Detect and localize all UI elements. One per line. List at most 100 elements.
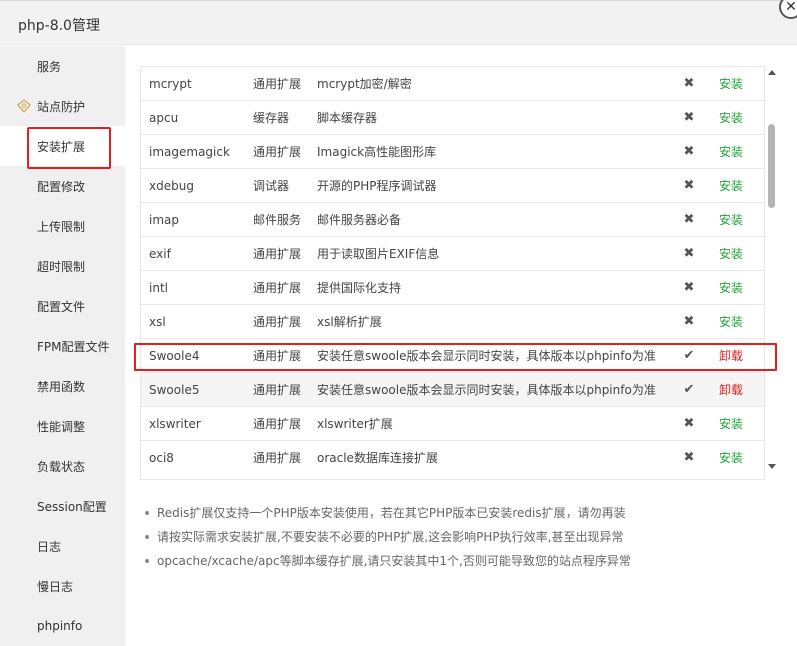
x-icon: ✖ (683, 110, 695, 125)
x-icon: ✖ (683, 450, 695, 465)
install-button[interactable]: 安装 (719, 67, 759, 101)
check-icon: ✔ (683, 382, 695, 397)
table-row: oci8 通用扩展 oracle数据库连接扩展 ✖ 安装 (141, 440, 764, 475)
sidebar-item-timeout-limit[interactable]: 超时限制 (0, 246, 125, 286)
sidebar-item-slow-log[interactable]: 慢日志 (0, 566, 125, 606)
sidebar-item-label: 服务 (37, 59, 62, 74)
ext-desc: xsl解析扩展 (317, 315, 382, 329)
sidebar-item-label: 配置修改 (37, 179, 86, 194)
scrollbar[interactable] (765, 66, 779, 480)
sidebar-item-log[interactable]: 日志 (0, 526, 125, 566)
ext-name: exif (149, 247, 171, 261)
ext-type: 通用扩展 (253, 417, 302, 431)
scroll-up-icon[interactable] (768, 70, 776, 75)
install-button[interactable]: 安装 (719, 203, 759, 237)
main-content: mcrypt 通用扩展 mcrypt加密/解密 ✖ 安装 apcu 缓存器 脚本… (125, 46, 797, 646)
ext-name: intl (149, 281, 168, 295)
scroll-down-icon[interactable] (768, 464, 776, 469)
sidebar-item-config-file[interactable]: 配置文件 (0, 286, 125, 326)
ext-type: 通用扩展 (253, 247, 302, 261)
sidebar-item-site-protection[interactable]: 站点防护 (0, 86, 125, 126)
extensions-table[interactable]: mcrypt 通用扩展 mcrypt加密/解密 ✖ 安装 apcu 缓存器 脚本… (140, 66, 765, 480)
x-icon: ✖ (683, 280, 695, 295)
sidebar-item-install-extensions[interactable]: 安装扩展 (0, 126, 125, 169)
x-icon: ✖ (683, 144, 695, 159)
ext-type: 通用扩展 (253, 451, 302, 465)
table-row: Swoole4 通用扩展 安装任意swoole版本会显示同时安装，具体版本以ph… (141, 338, 764, 373)
uninstall-button[interactable]: 卸载 (719, 339, 759, 373)
install-button[interactable]: 安装 (719, 101, 759, 135)
sidebar-item-session-config[interactable]: Session配置 (0, 486, 125, 526)
table-row: xsl 通用扩展 xsl解析扩展 ✖ 安装 (141, 304, 764, 339)
x-icon: ✖ (683, 416, 695, 431)
ext-desc: 脚本缓存器 (317, 111, 378, 125)
sidebar-item-label: 站点防护 (37, 99, 86, 114)
sidebar-item-label: phpinfo (37, 619, 83, 633)
sidebar-item-label: 慢日志 (37, 579, 74, 594)
sidebar-item-config-edit[interactable]: 配置修改 (0, 166, 125, 206)
x-icon: ✖ (683, 178, 695, 193)
scroll-thumb[interactable] (768, 124, 775, 208)
sidebar-item-label: 上传限制 (37, 219, 86, 234)
ext-name: Swoole5 (149, 383, 200, 397)
ext-name: imagemagick (149, 145, 230, 159)
install-button[interactable]: 安装 (719, 305, 759, 339)
diamond-icon (17, 99, 31, 113)
install-button[interactable]: 安装 (719, 407, 759, 441)
ext-type: 邮件服务 (253, 213, 302, 227)
note-item: opcache/xcache/apc等脚本缓存扩展,请只安装其中1个,否则可能导… (143, 549, 763, 573)
x-icon: ✖ (683, 246, 695, 261)
uninstall-button[interactable]: 卸载 (719, 373, 759, 407)
install-button[interactable]: 安装 (719, 271, 759, 305)
table-row: apcu 缓存器 脚本缓存器 ✖ 安装 (141, 100, 764, 135)
window-title: php-8.0管理 (18, 18, 100, 34)
sidebar-item-label: 配置文件 (37, 299, 86, 314)
ext-name: xsl (149, 315, 166, 329)
sidebar-item-performance[interactable]: 性能调整 (0, 406, 125, 446)
ext-type: 通用扩展 (253, 315, 302, 329)
x-icon: ✖ (683, 314, 695, 329)
table-row: intl 通用扩展 提供国际化支持 ✖ 安装 (141, 270, 764, 305)
ext-name: imap (149, 213, 179, 227)
table-row: xdebug 调试器 开源的PHP程序调试器 ✖ 安装 (141, 168, 764, 203)
check-icon: ✔ (683, 348, 695, 363)
ext-type: 通用扩展 (253, 349, 302, 363)
sidebar-item-upload-limit[interactable]: 上传限制 (0, 206, 125, 246)
sidebar-item-load-status[interactable]: 负载状态 (0, 446, 125, 486)
sidebar-item-phpinfo[interactable]: phpinfo (0, 606, 125, 646)
table-row: imap 邮件服务 邮件服务器必备 ✖ 安装 (141, 202, 764, 237)
table-row: xlswriter 通用扩展 xlswriter扩展 ✖ 安装 (141, 406, 764, 441)
sidebar-item-label: 性能调整 (37, 419, 86, 434)
sidebar-item-label: 超时限制 (37, 259, 86, 274)
install-button[interactable]: 安装 (719, 169, 759, 203)
table-row: imagemagick 通用扩展 Imagick高性能图形库 ✖ 安装 (141, 134, 764, 169)
sidebar-item-disabled-functions[interactable]: 禁用函数 (0, 366, 125, 406)
install-button[interactable]: 安装 (719, 441, 759, 475)
install-button[interactable]: 安装 (719, 135, 759, 169)
sidebar-item-fpm-config[interactable]: FPM配置文件 (0, 326, 125, 366)
ext-desc: 安装任意swoole版本会显示同时安装，具体版本以phpinfo为准 (317, 349, 656, 363)
title-bar: php-8.0管理 (0, 1, 797, 45)
ext-type: 通用扩展 (253, 281, 302, 295)
ext-desc: 邮件服务器必备 (317, 213, 402, 227)
ext-name: xdebug (149, 179, 194, 193)
ext-name: apcu (149, 111, 179, 125)
table-row: exif 通用扩展 用于读取图片EXIF信息 ✖ 安装 (141, 236, 764, 271)
sidebar-item-label: Session配置 (37, 499, 107, 514)
ext-type: 缓存器 (253, 111, 290, 125)
x-icon: ✖ (683, 212, 695, 227)
ext-desc: xlswriter扩展 (317, 417, 393, 431)
ext-name: Swoole4 (149, 349, 200, 363)
note-item: 请按实际需求安装扩展,不要安装不必要的PHP扩展,这会影响PHP执行效率,甚至出… (143, 525, 763, 549)
x-icon: ✖ (683, 76, 695, 91)
note-item: Redis扩展仅支持一个PHP版本安装使用，若在其它PHP版本已安装redis扩… (143, 501, 763, 525)
ext-desc: mcrypt加密/解密 (317, 77, 412, 91)
sidebar-item-label: 负载状态 (37, 459, 86, 474)
sidebar-item-service[interactable]: 服务 (0, 46, 125, 86)
install-button[interactable]: 安装 (719, 237, 759, 271)
ext-desc: oracle数据库连接扩展 (317, 451, 438, 465)
ext-name: oci8 (149, 451, 174, 465)
sidebar: 服务 站点防护 安装扩展 配置修改 上传限制 超时限制 配置文件 FPM配置文件 (0, 46, 125, 646)
ext-type: 通用扩展 (253, 77, 302, 91)
sidebar-item-label: FPM配置文件 (37, 339, 110, 354)
